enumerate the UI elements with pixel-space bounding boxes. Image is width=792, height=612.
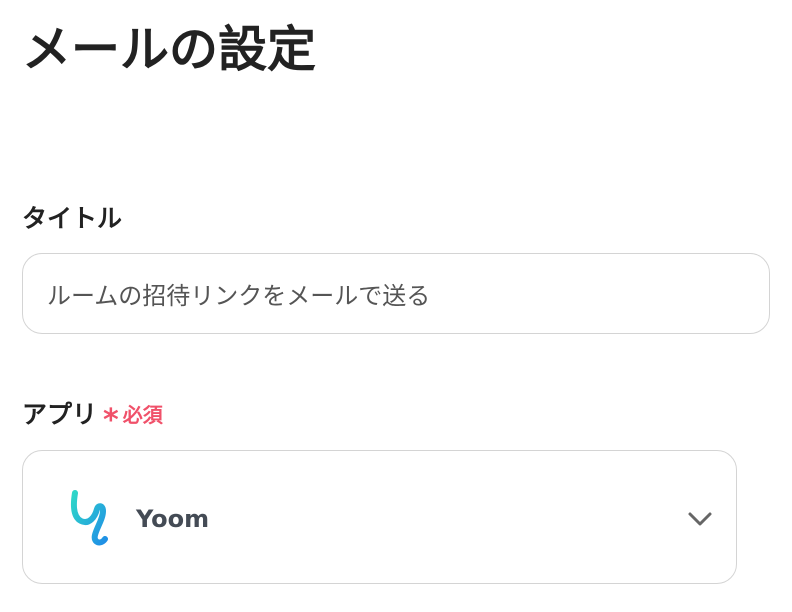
title-field-label: タイトル: [22, 204, 123, 233]
app-select[interactable]: Yoom: [22, 450, 737, 584]
app-field-label-row: アプリ * 必須: [22, 398, 163, 438]
yoom-logo-icon: [70, 490, 108, 546]
app-field-label: アプリ: [22, 400, 98, 429]
mail-settings-page: メールの設定 タイトル アプリ * 必須 Yoom: [0, 0, 792, 612]
chevron-down-icon[interactable]: [687, 511, 713, 527]
selected-app-name: Yoom: [136, 505, 210, 533]
title-input[interactable]: [22, 253, 770, 334]
required-asterisk: *: [103, 403, 119, 438]
page-title: メールの設定: [22, 21, 317, 78]
required-badge: 必須: [122, 403, 163, 427]
